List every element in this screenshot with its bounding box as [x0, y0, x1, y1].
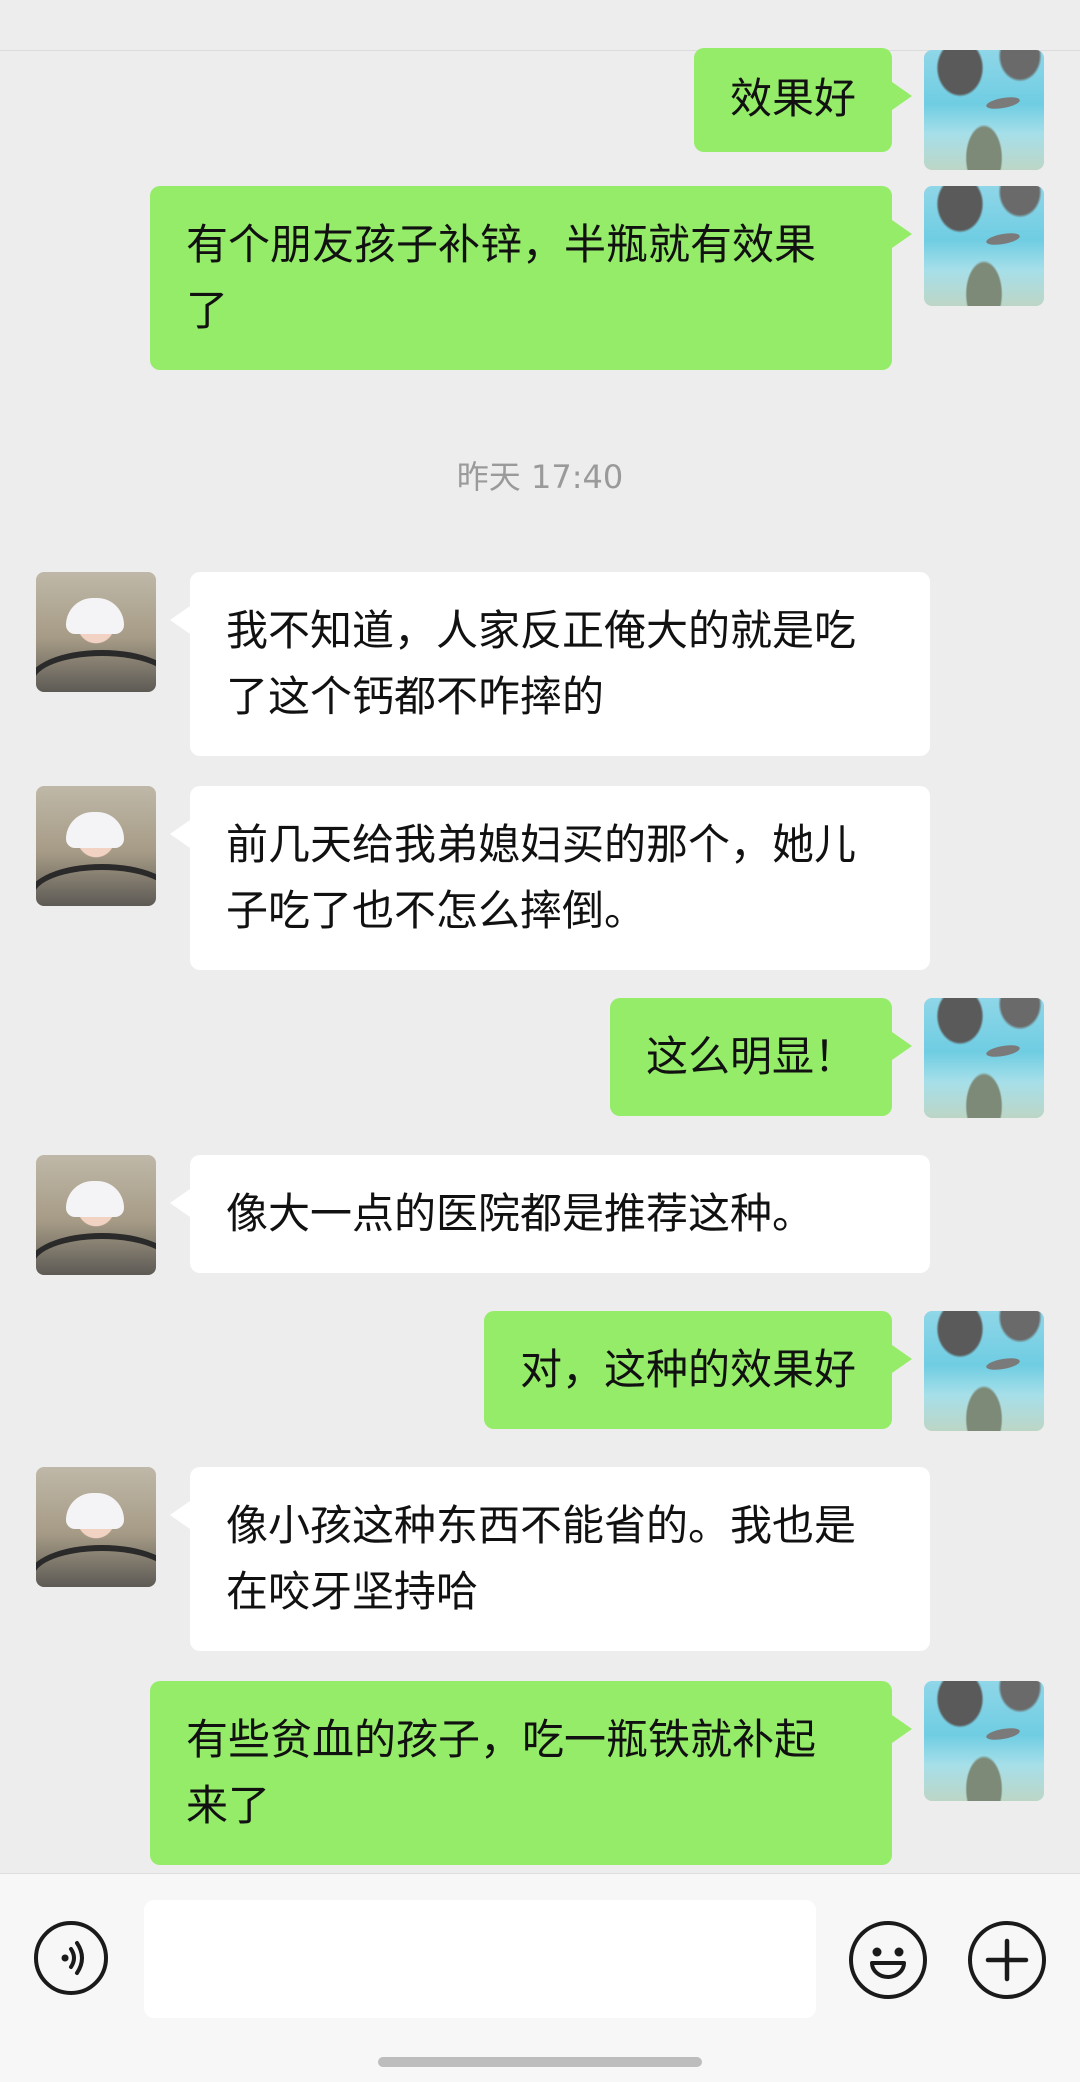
message-bubble-received[interactable]: 像大一点的医院都是推荐这种。 [170, 1155, 930, 1273]
plus-button[interactable] [968, 1921, 1046, 1999]
message-text: 有些贫血的孩子，吃一瓶铁就补起来了 [186, 1715, 817, 1830]
message-text: 前几天给我弟媳妇买的那个，她儿子吃了也不怎么摔倒。 [226, 820, 857, 935]
voice-icon [61, 1941, 84, 1975]
message-text: 像小孩这种东西不能省的。我也是在咬牙坚持哈 [226, 1501, 857, 1616]
home-indicator[interactable] [378, 2057, 702, 2067]
my-avatar[interactable] [924, 998, 1044, 1118]
message-bubble-received[interactable]: 像小孩这种东西不能省的。我也是在咬牙坚持哈 [170, 1467, 930, 1651]
message-input[interactable] [144, 1900, 816, 2018]
voice-button[interactable] [34, 1921, 108, 1995]
plus-icon [985, 1938, 1029, 1982]
contact-avatar[interactable] [36, 1467, 156, 1587]
chat-timestamp: 昨天 17:40 [456, 458, 624, 496]
contact-avatar[interactable] [36, 786, 156, 906]
chat-header-bar [0, 0, 1080, 51]
message-bubble-sent[interactable]: 对，这种的效果好 [483, 1311, 913, 1429]
message-bubble-received[interactable]: 前几天给我弟媳妇买的那个，她儿子吃了也不怎么摔倒。 [170, 786, 930, 970]
message-text: 效果好 [729, 74, 856, 123]
my-avatar[interactable] [924, 186, 1044, 306]
message-text: 我不知道，人家反正俺大的就是吃了这个钙都不咋摔的 [226, 606, 857, 721]
emoji-button[interactable] [849, 1921, 927, 1999]
contact-avatar[interactable] [36, 1155, 156, 1275]
message-text: 这么明显！ [645, 1032, 856, 1081]
message-bubble-sent[interactable]: 有些贫血的孩子，吃一瓶铁就补起来了 [150, 1681, 912, 1865]
message-text: 对，这种的效果好 [519, 1345, 856, 1394]
emoji-icon [870, 1947, 906, 1979]
my-avatar[interactable] [924, 1681, 1044, 1801]
message-bubble-sent[interactable]: 效果好 [693, 48, 913, 152]
my-avatar[interactable] [924, 1311, 1044, 1431]
message-bubble-sent[interactable]: 有个朋友孩子补锌，半瓶就有效果了 [150, 186, 912, 370]
message-bubble-received[interactable]: 我不知道，人家反正俺大的就是吃了这个钙都不咋摔的 [170, 572, 930, 756]
my-avatar[interactable] [924, 50, 1044, 170]
message-bubble-sent[interactable]: 这么明显！ [609, 998, 913, 1116]
message-text: 像大一点的医院都是推荐这种。 [226, 1189, 815, 1238]
message-text: 有个朋友孩子补锌，半瓶就有效果了 [186, 220, 817, 335]
chat-input-bar [0, 1873, 1080, 2082]
contact-avatar[interactable] [36, 572, 156, 692]
